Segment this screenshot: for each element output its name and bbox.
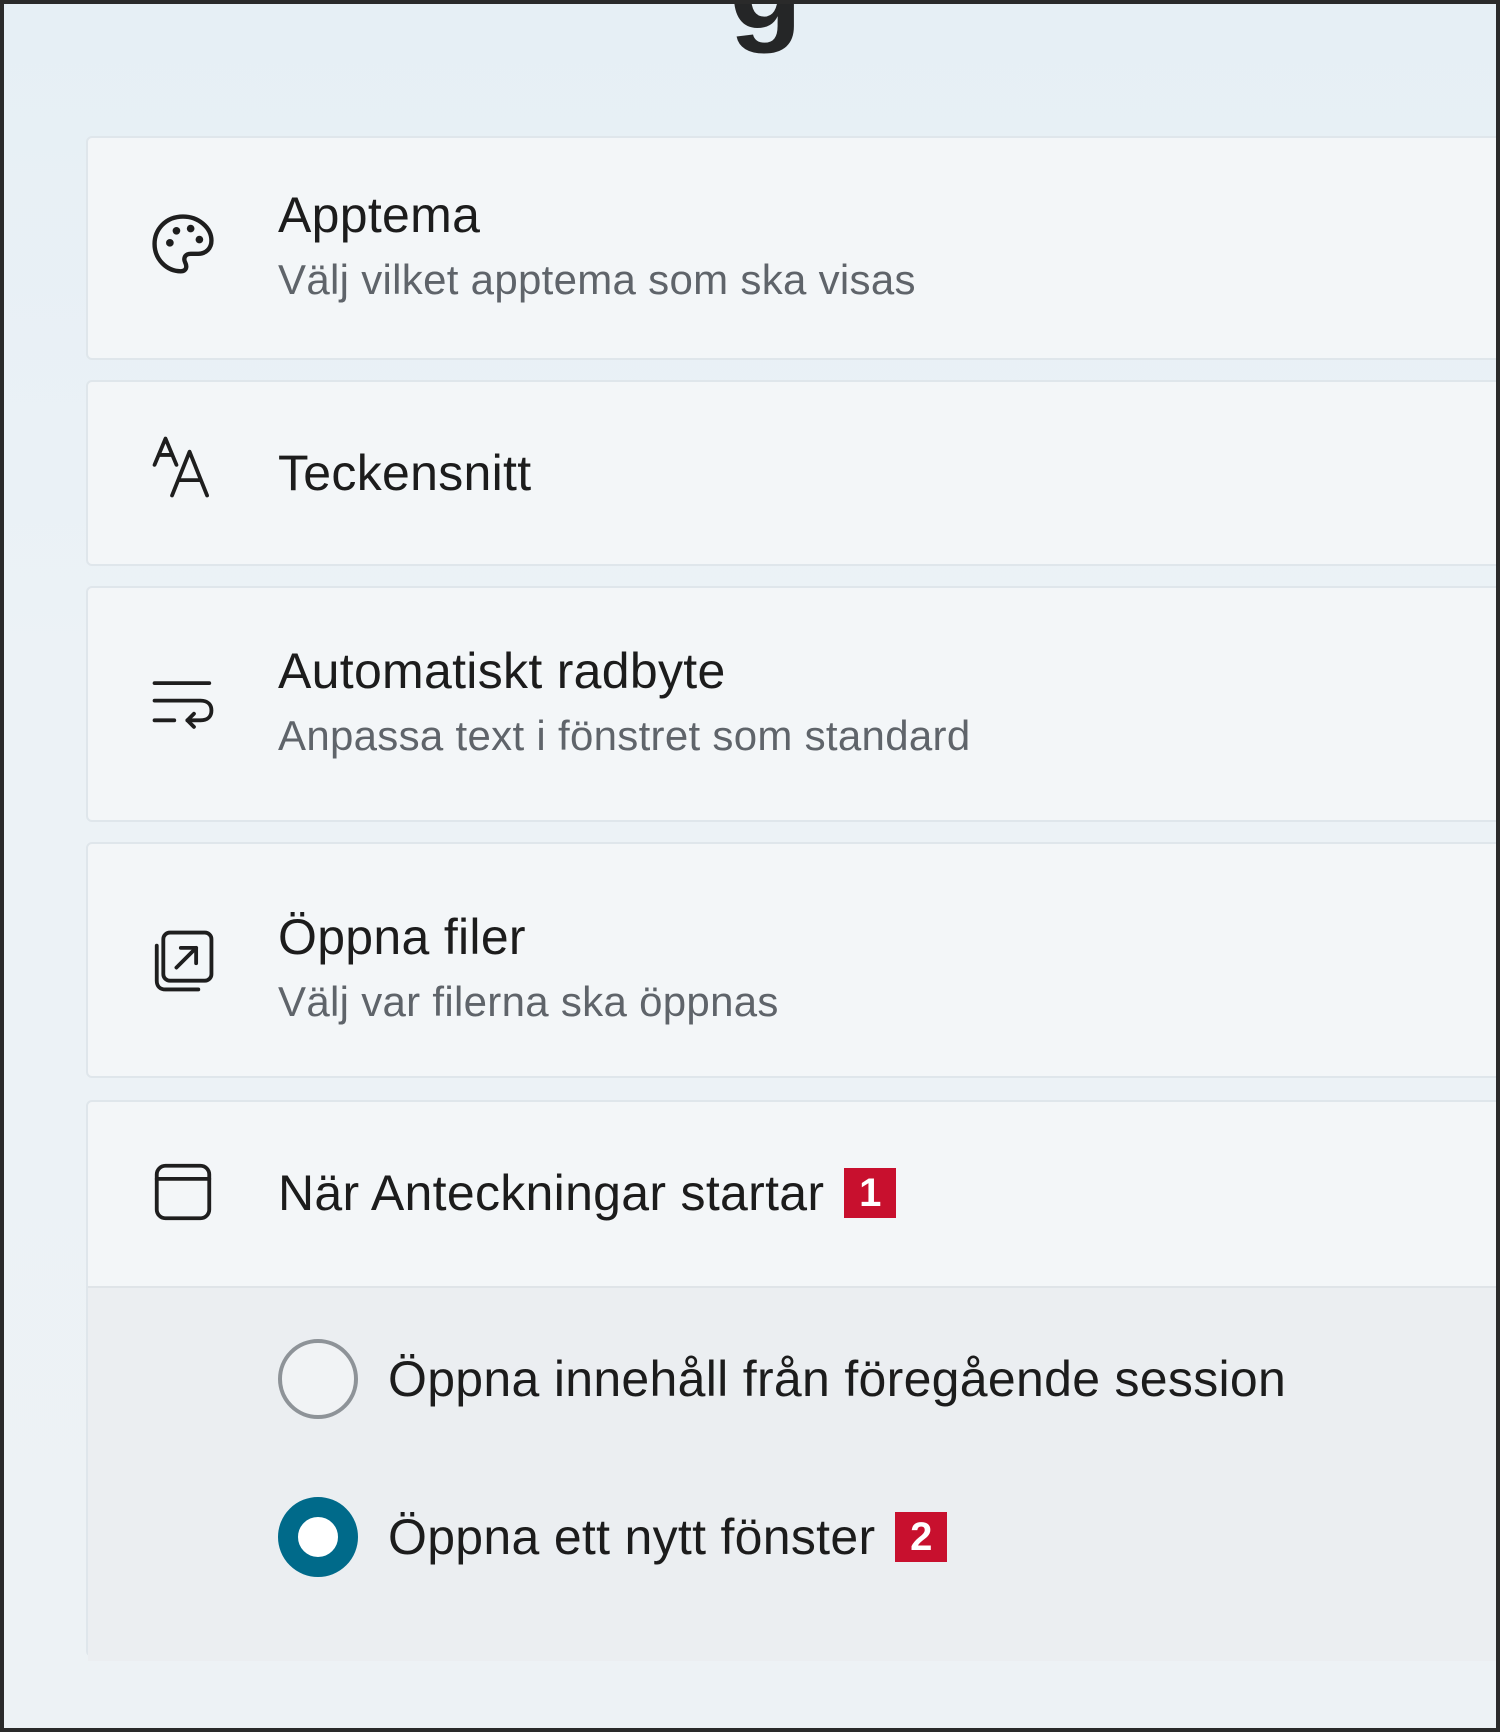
setting-title: Teckensnitt — [278, 445, 532, 501]
setting-subtitle: Anpassa text i fönstret som standard — [278, 712, 971, 759]
setting-app-theme[interactable]: Apptema Välj vilket apptema som ska visa… — [86, 136, 1496, 360]
radio-option-new-window[interactable]: Öppna ett nytt fönster 2 — [278, 1496, 948, 1578]
radio-button-unselected[interactable] — [278, 1339, 358, 1419]
setting-subtitle: Välj var filerna ska öppnas — [278, 978, 779, 1025]
setting-title: Automatiskt radbyte — [278, 643, 726, 699]
setting-title: När Anteckningar startar 1 — [278, 1164, 897, 1222]
radio-label-text: Öppna ett nytt fönster — [388, 1509, 876, 1565]
heading-letter-fragment: g — [729, 4, 802, 56]
setting-font[interactable]: Teckensnitt — [86, 380, 1496, 566]
setting-subtitle: Välj vilket apptema som ska visas — [278, 256, 916, 303]
setting-title: Öppna filer — [278, 909, 526, 965]
annotation-badge: 1 — [844, 1167, 897, 1218]
setting-title-text: När Anteckningar startar — [278, 1165, 825, 1221]
radio-button-selected[interactable] — [278, 1497, 358, 1577]
radio-option-previous-session[interactable]: Öppna innehåll från föregående session — [278, 1338, 1286, 1420]
setting-title: Apptema — [278, 187, 481, 243]
settings-window: g Apptema Välj vilket apptema som ska vi… — [0, 0, 1500, 1732]
setting-on-startup: När Anteckningar startar 1 Öppna innehåll… — [86, 1100, 1496, 1661]
setting-word-wrap[interactable]: Automatiskt radbyte Anpassa text i fönst… — [86, 586, 1496, 822]
open-external-icon — [148, 926, 218, 996]
palette-icon — [148, 210, 218, 280]
word-wrap-icon — [148, 670, 218, 740]
startup-options-panel: Öppna innehåll från föregående session Ö… — [88, 1286, 1496, 1661]
font-icon — [148, 432, 218, 502]
window-icon — [148, 1157, 218, 1227]
annotation-badge: 2 — [895, 1511, 948, 1562]
radio-label: Öppna innehåll från föregående session — [388, 1351, 1287, 1407]
setting-open-files[interactable]: Öppna filer Välj var filerna ska öppnas — [86, 842, 1496, 1078]
radio-label: Öppna ett nytt fönster 2 — [388, 1508, 948, 1566]
